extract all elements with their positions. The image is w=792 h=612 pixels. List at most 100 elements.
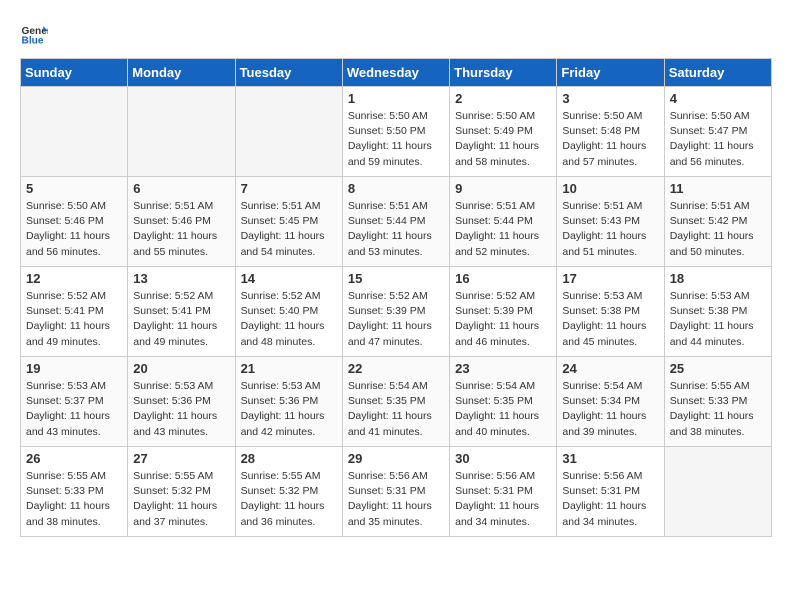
day-number: 7 — [241, 181, 337, 196]
calendar-cell: 24 Sunrise: 5:54 AM Sunset: 5:34 PM Dayl… — [557, 357, 664, 447]
day-number: 22 — [348, 361, 444, 376]
day-number: 15 — [348, 271, 444, 286]
calendar-cell: 31 Sunrise: 5:56 AM Sunset: 5:31 PM Dayl… — [557, 447, 664, 537]
day-number: 23 — [455, 361, 551, 376]
day-number: 14 — [241, 271, 337, 286]
day-info: Sunrise: 5:56 AM Sunset: 5:31 PM Dayligh… — [562, 469, 658, 530]
weekday-header-cell: Wednesday — [342, 59, 449, 87]
calendar-cell: 18 Sunrise: 5:53 AM Sunset: 5:38 PM Dayl… — [664, 267, 771, 357]
weekday-header-row: SundayMondayTuesdayWednesdayThursdayFrid… — [21, 59, 772, 87]
day-info: Sunrise: 5:50 AM Sunset: 5:48 PM Dayligh… — [562, 109, 658, 170]
calendar-cell: 30 Sunrise: 5:56 AM Sunset: 5:31 PM Dayl… — [450, 447, 557, 537]
day-info: Sunrise: 5:53 AM Sunset: 5:38 PM Dayligh… — [562, 289, 658, 350]
day-info: Sunrise: 5:53 AM Sunset: 5:36 PM Dayligh… — [133, 379, 229, 440]
calendar-table: SundayMondayTuesdayWednesdayThursdayFrid… — [20, 58, 772, 537]
calendar-cell: 20 Sunrise: 5:53 AM Sunset: 5:36 PM Dayl… — [128, 357, 235, 447]
day-number: 28 — [241, 451, 337, 466]
day-number: 11 — [670, 181, 766, 196]
weekday-header-cell: Thursday — [450, 59, 557, 87]
day-info: Sunrise: 5:55 AM Sunset: 5:33 PM Dayligh… — [26, 469, 122, 530]
day-number: 6 — [133, 181, 229, 196]
calendar-cell: 6 Sunrise: 5:51 AM Sunset: 5:46 PM Dayli… — [128, 177, 235, 267]
calendar-week-row: 1 Sunrise: 5:50 AM Sunset: 5:50 PM Dayli… — [21, 87, 772, 177]
calendar-cell: 23 Sunrise: 5:54 AM Sunset: 5:35 PM Dayl… — [450, 357, 557, 447]
weekday-header-cell: Tuesday — [235, 59, 342, 87]
calendar-cell — [235, 87, 342, 177]
calendar-cell: 9 Sunrise: 5:51 AM Sunset: 5:44 PM Dayli… — [450, 177, 557, 267]
calendar-cell — [21, 87, 128, 177]
day-number: 21 — [241, 361, 337, 376]
weekday-header-cell: Friday — [557, 59, 664, 87]
day-info: Sunrise: 5:55 AM Sunset: 5:32 PM Dayligh… — [241, 469, 337, 530]
calendar-cell: 11 Sunrise: 5:51 AM Sunset: 5:42 PM Dayl… — [664, 177, 771, 267]
day-info: Sunrise: 5:51 AM Sunset: 5:43 PM Dayligh… — [562, 199, 658, 260]
day-info: Sunrise: 5:51 AM Sunset: 5:44 PM Dayligh… — [348, 199, 444, 260]
day-info: Sunrise: 5:50 AM Sunset: 5:47 PM Dayligh… — [670, 109, 766, 170]
day-info: Sunrise: 5:53 AM Sunset: 5:37 PM Dayligh… — [26, 379, 122, 440]
calendar-cell: 26 Sunrise: 5:55 AM Sunset: 5:33 PM Dayl… — [21, 447, 128, 537]
day-info: Sunrise: 5:51 AM Sunset: 5:42 PM Dayligh… — [670, 199, 766, 260]
day-info: Sunrise: 5:53 AM Sunset: 5:38 PM Dayligh… — [670, 289, 766, 350]
day-info: Sunrise: 5:54 AM Sunset: 5:35 PM Dayligh… — [348, 379, 444, 440]
calendar-cell: 15 Sunrise: 5:52 AM Sunset: 5:39 PM Dayl… — [342, 267, 449, 357]
day-info: Sunrise: 5:52 AM Sunset: 5:40 PM Dayligh… — [241, 289, 337, 350]
day-info: Sunrise: 5:54 AM Sunset: 5:35 PM Dayligh… — [455, 379, 551, 440]
day-number: 31 — [562, 451, 658, 466]
day-info: Sunrise: 5:52 AM Sunset: 5:39 PM Dayligh… — [348, 289, 444, 350]
day-number: 27 — [133, 451, 229, 466]
day-info: Sunrise: 5:56 AM Sunset: 5:31 PM Dayligh… — [455, 469, 551, 530]
day-info: Sunrise: 5:52 AM Sunset: 5:41 PM Dayligh… — [133, 289, 229, 350]
day-info: Sunrise: 5:51 AM Sunset: 5:46 PM Dayligh… — [133, 199, 229, 260]
day-number: 1 — [348, 91, 444, 106]
calendar-cell: 2 Sunrise: 5:50 AM Sunset: 5:49 PM Dayli… — [450, 87, 557, 177]
page-header: General Blue — [20, 20, 772, 48]
day-info: Sunrise: 5:52 AM Sunset: 5:41 PM Dayligh… — [26, 289, 122, 350]
weekday-header-cell: Saturday — [664, 59, 771, 87]
day-info: Sunrise: 5:51 AM Sunset: 5:45 PM Dayligh… — [241, 199, 337, 260]
day-number: 4 — [670, 91, 766, 106]
day-number: 20 — [133, 361, 229, 376]
day-number: 17 — [562, 271, 658, 286]
day-info: Sunrise: 5:56 AM Sunset: 5:31 PM Dayligh… — [348, 469, 444, 530]
day-number: 18 — [670, 271, 766, 286]
calendar-cell — [128, 87, 235, 177]
day-number: 24 — [562, 361, 658, 376]
logo-icon: General Blue — [20, 20, 48, 48]
day-info: Sunrise: 5:50 AM Sunset: 5:50 PM Dayligh… — [348, 109, 444, 170]
calendar-cell: 7 Sunrise: 5:51 AM Sunset: 5:45 PM Dayli… — [235, 177, 342, 267]
svg-text:Blue: Blue — [22, 35, 44, 46]
calendar-cell: 8 Sunrise: 5:51 AM Sunset: 5:44 PM Dayli… — [342, 177, 449, 267]
day-info: Sunrise: 5:53 AM Sunset: 5:36 PM Dayligh… — [241, 379, 337, 440]
calendar-cell: 21 Sunrise: 5:53 AM Sunset: 5:36 PM Dayl… — [235, 357, 342, 447]
day-info: Sunrise: 5:55 AM Sunset: 5:33 PM Dayligh… — [670, 379, 766, 440]
calendar-cell: 5 Sunrise: 5:50 AM Sunset: 5:46 PM Dayli… — [21, 177, 128, 267]
calendar-cell: 14 Sunrise: 5:52 AM Sunset: 5:40 PM Dayl… — [235, 267, 342, 357]
day-number: 3 — [562, 91, 658, 106]
day-number: 25 — [670, 361, 766, 376]
calendar-cell — [664, 447, 771, 537]
calendar-cell: 19 Sunrise: 5:53 AM Sunset: 5:37 PM Dayl… — [21, 357, 128, 447]
calendar-cell: 27 Sunrise: 5:55 AM Sunset: 5:32 PM Dayl… — [128, 447, 235, 537]
day-number: 9 — [455, 181, 551, 196]
calendar-week-row: 12 Sunrise: 5:52 AM Sunset: 5:41 PM Dayl… — [21, 267, 772, 357]
day-number: 10 — [562, 181, 658, 196]
weekday-header-cell: Monday — [128, 59, 235, 87]
weekday-header-cell: Sunday — [21, 59, 128, 87]
calendar-cell: 12 Sunrise: 5:52 AM Sunset: 5:41 PM Dayl… — [21, 267, 128, 357]
calendar-cell: 3 Sunrise: 5:50 AM Sunset: 5:48 PM Dayli… — [557, 87, 664, 177]
day-number: 19 — [26, 361, 122, 376]
day-info: Sunrise: 5:55 AM Sunset: 5:32 PM Dayligh… — [133, 469, 229, 530]
day-info: Sunrise: 5:50 AM Sunset: 5:49 PM Dayligh… — [455, 109, 551, 170]
day-number: 5 — [26, 181, 122, 196]
calendar-cell: 22 Sunrise: 5:54 AM Sunset: 5:35 PM Dayl… — [342, 357, 449, 447]
day-number: 26 — [26, 451, 122, 466]
day-number: 2 — [455, 91, 551, 106]
day-number: 8 — [348, 181, 444, 196]
calendar-cell: 4 Sunrise: 5:50 AM Sunset: 5:47 PM Dayli… — [664, 87, 771, 177]
calendar-cell: 16 Sunrise: 5:52 AM Sunset: 5:39 PM Dayl… — [450, 267, 557, 357]
calendar-cell: 1 Sunrise: 5:50 AM Sunset: 5:50 PM Dayli… — [342, 87, 449, 177]
calendar-cell: 17 Sunrise: 5:53 AM Sunset: 5:38 PM Dayl… — [557, 267, 664, 357]
calendar-cell: 25 Sunrise: 5:55 AM Sunset: 5:33 PM Dayl… — [664, 357, 771, 447]
logo: General Blue — [20, 20, 48, 48]
day-info: Sunrise: 5:52 AM Sunset: 5:39 PM Dayligh… — [455, 289, 551, 350]
